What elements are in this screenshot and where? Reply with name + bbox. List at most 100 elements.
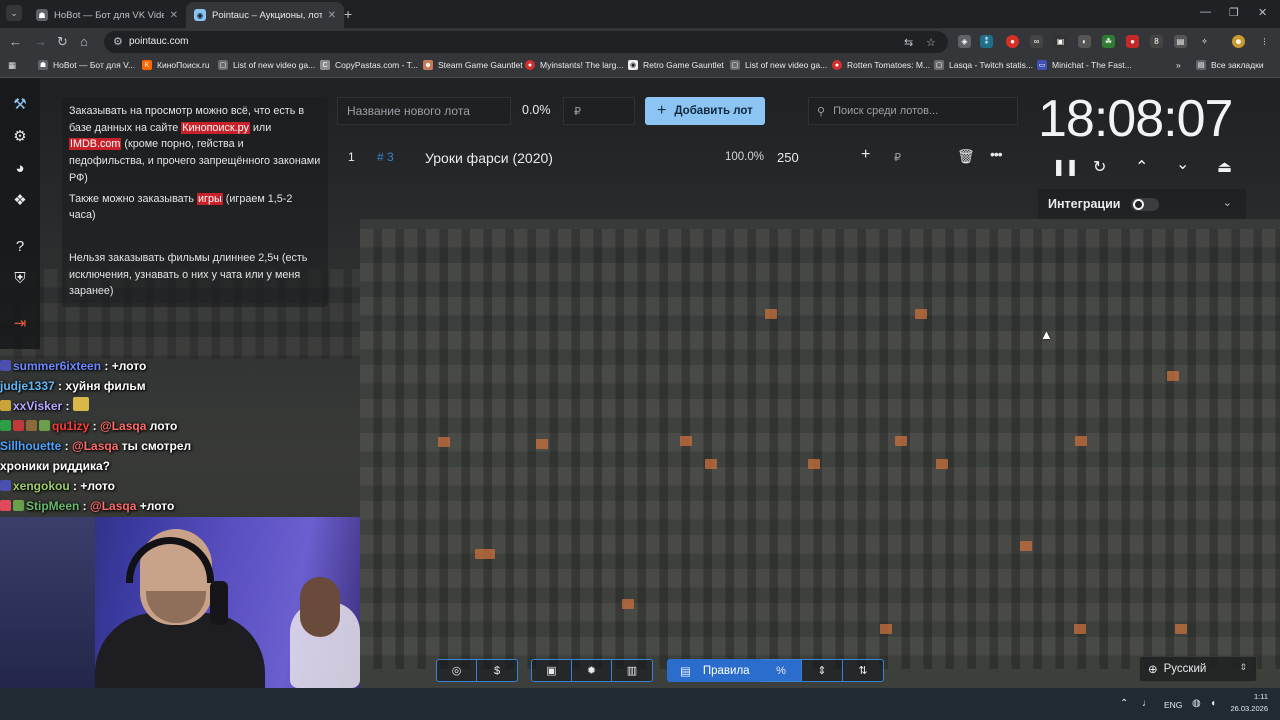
extension-icon[interactable]: ⁑	[980, 35, 993, 48]
save-icon[interactable]: ▣	[532, 660, 572, 681]
extensions-puzzle-icon[interactable]: ✧	[1198, 35, 1211, 48]
kinopoisk-link[interactable]: Кинопоиск.ру	[181, 121, 250, 134]
language-select[interactable]: ⊕ Русский ⇕	[1139, 656, 1257, 682]
add-amount-icon[interactable]: +	[861, 146, 870, 164]
close-tab-icon[interactable]: ✕	[170, 10, 178, 21]
games-link[interactable]: игры	[197, 192, 223, 205]
bug-report-icon[interactable]: ✹	[572, 660, 612, 681]
help-icon[interactable]: ?	[10, 236, 30, 256]
rules-button[interactable]: ▤ Правила	[667, 659, 761, 682]
tab-title: Pointauc – Аукционы, лотереи	[212, 9, 322, 21]
sort-icon[interactable]: ⇅	[843, 659, 884, 682]
forward-icon[interactable]: →	[34, 34, 47, 49]
minimize-icon[interactable]: —	[1200, 6, 1211, 18]
add-time-chevron-up-icon[interactable]: ⌃	[1135, 157, 1148, 177]
extension-icon[interactable]: ☘	[1102, 35, 1115, 48]
translate-icon[interactable]: ⇆	[904, 36, 913, 49]
reload-icon[interactable]: ↻	[57, 34, 68, 50]
close-tab-icon[interactable]: ✕	[328, 10, 336, 21]
bookmark-item[interactable]: ▢ Lasqa - Twitch statis...	[934, 60, 1033, 70]
extension-icon[interactable]: ▤	[1174, 35, 1187, 48]
logout-icon[interactable]: ⇥	[10, 313, 30, 333]
clear-lots-icon[interactable]: ▥	[612, 660, 652, 681]
lot-add-amount-field[interactable]: ₽	[894, 151, 901, 164]
microphone-icon[interactable]: ♩	[1142, 698, 1152, 709]
auction-gavel-icon[interactable]: ⚒	[10, 94, 30, 114]
extension-icon[interactable]: ◐	[1078, 35, 1091, 48]
new-lot-amount-input[interactable]: ₽	[563, 97, 635, 125]
bookmark-item[interactable]: ▢ List of new video ga...	[730, 60, 827, 70]
subtract-time-chevron-down-icon[interactable]: ⌄	[1176, 154, 1189, 174]
volume-icon[interactable]: ◖	[1210, 698, 1216, 709]
bookmark-item[interactable]: ▢ List of new video ga...	[218, 60, 315, 70]
bookmark-item[interactable]: ☻ Steam Game Gauntlet	[423, 60, 523, 70]
browser-tab-hobot[interactable]: ☗ HoBot — Бот для VK Video Live ✕	[28, 2, 186, 28]
bookmark-item[interactable]: ● Myinstants! The larg...	[525, 60, 623, 70]
github-icon[interactable]: ◎	[437, 660, 477, 681]
pause-icon[interactable]: ❚❚	[1052, 157, 1079, 177]
new-lot-name-input[interactable]: Название нового лота	[337, 97, 511, 125]
percent-toggle-icon[interactable]: %	[761, 659, 802, 682]
tab-search-button[interactable]: ⌄	[6, 5, 22, 21]
browser-tab-pointauc[interactable]: ◉ Pointauc – Аукционы, лотереи ✕	[186, 2, 344, 28]
url-text[interactable]: pointauc.com	[129, 36, 188, 47]
chevron-down-icon[interactable]: ⌄	[1223, 196, 1232, 209]
shield-icon[interactable]: ⛨	[10, 268, 30, 288]
integrations-toggle[interactable]	[1131, 198, 1159, 211]
lot-amount[interactable]: 250	[777, 150, 799, 165]
chat-message: summer6ixteen : +лото	[0, 356, 360, 376]
compact-view-icon[interactable]: ⇕	[802, 659, 843, 682]
integrations-panel[interactable]: Интеграции ⌄	[1038, 189, 1246, 219]
bookmarks-overflow-icon[interactable]: »	[1176, 60, 1181, 70]
back-icon[interactable]: ←	[9, 34, 22, 49]
lot-name[interactable]: Уроки фарси (2020)	[425, 150, 553, 166]
extension-icon[interactable]: ●	[1006, 35, 1019, 48]
extension-icon[interactable]: ▣	[1054, 35, 1067, 48]
home-icon[interactable]: ⌂	[80, 34, 88, 49]
bookmark-item[interactable]: C CopyPastas.com - T...	[320, 60, 418, 70]
taskbar-clock[interactable]: 1:11 26.03.2026	[1230, 691, 1268, 715]
bookmark-item[interactable]: K КиноПоиск.ru	[142, 60, 210, 70]
bookmark-item[interactable]: ● Rotten Tomatoes: M...	[832, 60, 930, 70]
lot-percent: 100.0%	[725, 151, 765, 163]
layers-icon[interactable]: ❖	[10, 190, 30, 210]
pointauc-page: ⚒ ⚙ ◕ ❖ ? ⛨ ⇥ Заказывать на просмотр мож…	[0, 79, 1280, 688]
more-options-icon[interactable]: •••	[990, 146, 1003, 162]
sub-badge-icon	[0, 400, 11, 411]
clock-date: 26.03.2026	[1230, 704, 1268, 713]
donate-dollar-icon[interactable]: $	[477, 660, 517, 681]
new-tab-button[interactable]: +	[344, 6, 352, 22]
globe-icon: ⊕	[1148, 664, 1158, 676]
extension-icon[interactable]: ◈	[958, 35, 971, 48]
restore-icon[interactable]: ❐	[1229, 6, 1239, 19]
extension-icon[interactable]: 8	[1150, 35, 1163, 48]
network-icon[interactable]: ◍	[1192, 698, 1201, 709]
imdb-link[interactable]: IMDB.com	[69, 138, 122, 151]
lot-search-input[interactable]: ⚲ Поиск среди лотов...	[808, 97, 1018, 125]
delete-lot-icon[interactable]: 🗑	[957, 148, 975, 165]
all-bookmarks[interactable]: ▤ Все закладки	[1196, 60, 1264, 70]
language-value: Русский	[1163, 663, 1207, 675]
address-bar[interactable]: ⚙ pointauc.com ⇆ ☆	[104, 31, 948, 53]
bookmark-item[interactable]: ☗ HoBot — Бот для V...	[38, 60, 135, 70]
extension-icon[interactable]: ∞	[1030, 35, 1043, 48]
extension-icon[interactable]: ●	[1126, 35, 1139, 48]
profile-avatar[interactable]: ☻	[1232, 35, 1245, 48]
browser-menu-icon[interactable]: ⋮	[1258, 35, 1271, 48]
browser-tab-bar: ⌄ ☗ HoBot — Бот для VK Video Live ✕ ◉ Po…	[0, 0, 1280, 28]
add-lot-button[interactable]: + Добавить лот	[645, 97, 765, 125]
bookmark-item[interactable]: ▭ Minichat - The Fast...	[1037, 60, 1132, 70]
settings-gear-icon[interactable]: ⚙	[10, 126, 30, 146]
tray-overflow-icon[interactable]: ⌃	[1120, 698, 1128, 709]
input-language[interactable]: ENG	[1164, 700, 1182, 710]
close-window-icon[interactable]: ✕	[1258, 6, 1267, 19]
apps-grid-icon[interactable]: ▦	[8, 60, 16, 71]
site-info-icon[interactable]: ⚙	[113, 35, 123, 48]
eject-icon[interactable]: ⏏	[1217, 157, 1232, 177]
reset-timer-icon[interactable]: ↻	[1093, 157, 1106, 177]
bookmark-item[interactable]: ◉ Retro Game Gauntlet	[628, 60, 724, 70]
chat-message: xengokou : +лото	[0, 476, 360, 496]
bookmark-star-icon[interactable]: ☆	[926, 36, 936, 49]
chat-message: хроники риддика?	[0, 459, 111, 473]
wheel-pie-icon[interactable]: ◕	[10, 158, 30, 178]
